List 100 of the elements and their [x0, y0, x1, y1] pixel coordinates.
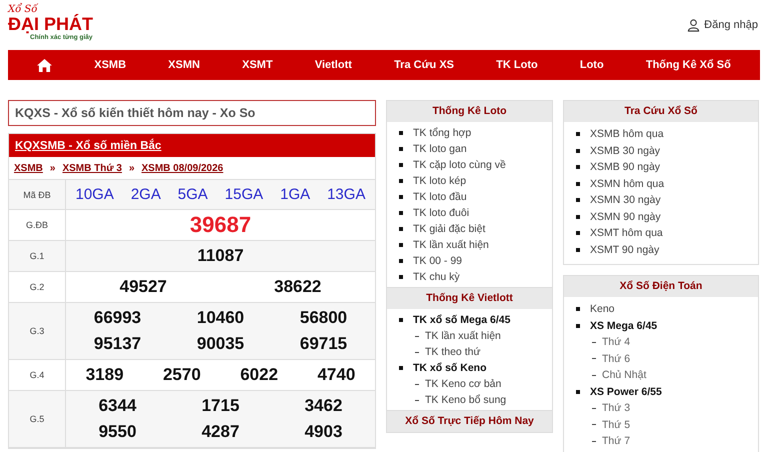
dash-icon [592, 358, 596, 360]
breadcrumb-link[interactable]: XSMB 08/09/2026 [142, 162, 224, 174]
bullet-icon [399, 147, 403, 151]
breadcrumb-link[interactable]: XSMB Thứ 3 [62, 162, 122, 174]
prize-number: 69715 [298, 334, 348, 354]
dash-icon [592, 424, 596, 426]
menu-link[interactable]: TK tổng hợp [413, 127, 472, 139]
prize-number: 2570 [162, 365, 202, 385]
menu-link[interactable]: TK xổ số Keno [413, 362, 487, 374]
menu-link[interactable]: TK lần xuất hiện [425, 330, 501, 342]
menu-link[interactable]: XSMN 90 ngày [590, 210, 661, 223]
bullet-icon [576, 231, 580, 236]
menu-link[interactable]: Keno [590, 303, 615, 316]
menu-link[interactable]: TK chu kỳ [413, 271, 460, 283]
menu-link[interactable]: TK lần xuất hiện [413, 239, 489, 251]
menu-link[interactable]: XS Mega 6/45 [590, 320, 658, 332]
bullet-icon [576, 214, 580, 219]
prize-number: 3462 [304, 396, 344, 416]
menu-link[interactable]: XSMN 30 ngày [590, 194, 661, 206]
breadcrumb-link[interactable]: XSMB [14, 162, 43, 174]
menu-link[interactable]: XSMN hôm qua [590, 178, 664, 190]
menu-link[interactable]: XSMB 30 ngày [590, 144, 660, 157]
menu-link[interactable]: TK loto đầu [413, 191, 467, 203]
menu-link[interactable]: TK Keno bổ sung [425, 394, 506, 406]
dash-icon [592, 374, 596, 376]
special-code: 10GA [75, 186, 114, 203]
menu-link[interactable]: Thứ 5 [602, 418, 630, 431]
menu-link[interactable]: TK loto gan [413, 143, 467, 155]
menu-link[interactable]: TK cặp loto cùng về [413, 159, 506, 171]
dash-icon [592, 440, 596, 442]
home-icon[interactable] [37, 58, 52, 72]
box-header: Xổ Số Điện Toán [564, 276, 758, 297]
menu-link[interactable]: Thứ 3 [602, 402, 630, 414]
bullet-icon [576, 165, 580, 170]
bullet-icon [576, 198, 580, 202]
menu-link[interactable]: Chủ Nhật [602, 369, 646, 382]
prize-number: 56800 [298, 308, 348, 328]
special-code: 2GA [130, 186, 161, 203]
menu-link[interactable]: TK loto đuôi [413, 207, 470, 219]
menu-link[interactable]: TK Keno cơ bản [425, 378, 502, 390]
special-code: 5GA [178, 186, 208, 203]
prize-label: G.3 [9, 302, 66, 360]
prize-number: 38622 [273, 277, 322, 297]
prize-number: 39687 [188, 212, 252, 238]
prize-number: 9550 [98, 422, 138, 442]
menu-link[interactable]: Thứ 7 [602, 435, 630, 448]
logo-script-text: Xổ Số [8, 4, 38, 15]
menu-link[interactable]: XSMB 90 ngày [590, 161, 660, 174]
nav-link[interactable]: XSMN [168, 59, 200, 71]
prize-number: 11087 [196, 246, 245, 266]
menu-link[interactable]: Thứ 6 [602, 352, 630, 365]
bullet-icon [576, 307, 580, 312]
prize-number: 1715 [200, 396, 240, 416]
special-code: 15GA [224, 186, 264, 203]
prize-number: 6022 [239, 365, 280, 385]
prize-number: 10460 [196, 308, 246, 328]
menu-link[interactable]: TK giải đặc biệt [413, 223, 486, 235]
nav-link[interactable]: Tra Cứu XS [394, 59, 454, 71]
menu-link[interactable]: TK xổ số Mega 6/45 [413, 314, 510, 326]
bullet-icon [576, 132, 580, 136]
menu-link[interactable]: TK theo thứ [425, 346, 480, 358]
prize-number: 90035 [196, 334, 246, 354]
menu-link[interactable]: XSMB hôm qua [590, 128, 664, 140]
prize-number: 66993 [92, 308, 142, 328]
bullet-icon [399, 211, 403, 215]
bullet-icon [576, 182, 580, 186]
box-header: Thống Kê Loto [387, 101, 552, 122]
dash-icon [592, 342, 596, 343]
bullet-icon [576, 248, 580, 252]
menu-link[interactable]: TK 00 - 99 [413, 255, 462, 267]
bullet-icon [576, 148, 580, 153]
bullet-icon [399, 275, 403, 279]
menu-link[interactable]: XSMT hôm qua [590, 227, 663, 240]
menu-link[interactable]: TK loto kép [413, 175, 466, 187]
prize-label: G.5 [9, 390, 66, 448]
logo-name-text: ĐẠI PHÁT [8, 14, 93, 33]
bullet-icon [399, 227, 403, 231]
nav-link[interactable]: Loto [580, 59, 604, 71]
dash-icon [592, 408, 596, 409]
bullet-icon [576, 324, 580, 328]
bullet-icon [399, 318, 403, 322]
box-header: Xổ Số Trực Tiếp Hôm Nay [387, 411, 552, 432]
login-link[interactable]: Đăng nhập [687, 18, 758, 32]
nav-link[interactable]: Thống Kê Xổ Số [646, 59, 731, 71]
nav-link[interactable]: Vietlott [314, 59, 352, 71]
prize-label: G.1 [9, 240, 66, 272]
special-code: 1GA [280, 186, 310, 203]
box-header: Tra Cứu Xổ Số [564, 101, 758, 122]
results-title-link[interactable]: KQXSMB - Xổ số miền Bắc [15, 140, 162, 152]
prize-number: 4903 [304, 422, 344, 442]
prize-number: 4287 [200, 422, 240, 442]
menu-link[interactable]: Thứ 4 [602, 336, 630, 348]
nav-link[interactable]: TK Loto [496, 59, 538, 71]
menu-link[interactable]: XSMT 90 ngày [590, 244, 660, 256]
bullet-icon [399, 366, 403, 370]
box-header: Thống Kê Vietlott [387, 288, 552, 309]
nav-link[interactable]: XSMT [242, 59, 273, 71]
prize-number: 6344 [98, 396, 138, 416]
menu-link[interactable]: XS Power 6/55 [590, 386, 662, 398]
nav-link[interactable]: XSMB [94, 59, 126, 71]
